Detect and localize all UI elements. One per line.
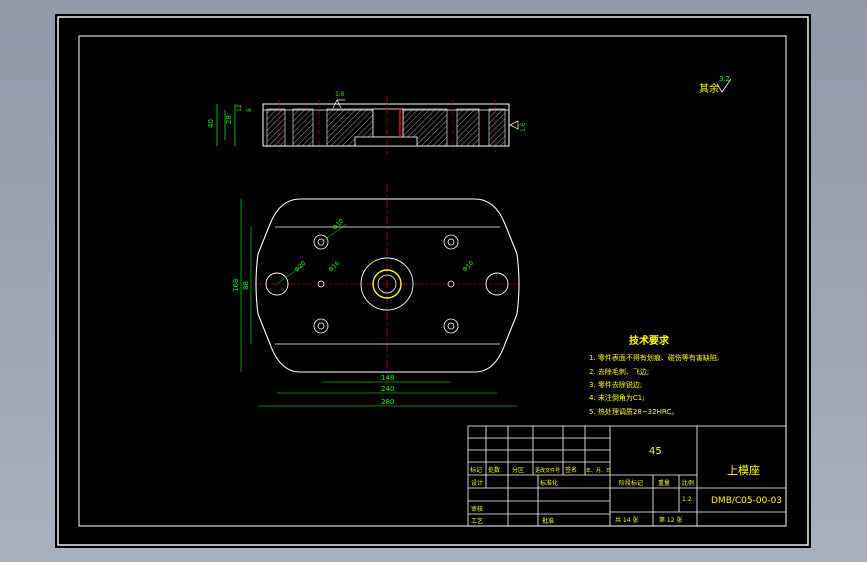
standard-label: 标准化 <box>540 479 558 487</box>
title-block-text: 45 上模座 DMB/C05-00-03 标记 处数 分区 更改文件号 签名 年… <box>470 446 782 525</box>
part-name: 上模座 <box>727 463 760 477</box>
row-label-sign: 签名 <box>565 466 577 474</box>
tech-title: 技术要求 <box>629 334 670 347</box>
surface-note: 其余 3.2 <box>699 75 732 95</box>
tech-item-2: 2. 去除毛刺、飞边; <box>589 367 649 376</box>
dim-height-1: 28 <box>225 115 233 124</box>
row-label-date: 年、月、日 <box>586 467 611 474</box>
dim-width-total: 280 <box>381 398 394 406</box>
dim-height-total-top: 168 <box>232 279 240 292</box>
material-value: 45 <box>649 446 662 457</box>
check-label: 审核 <box>471 505 483 513</box>
sheet-total: 共 14 张 <box>615 516 638 524</box>
drawing-canvas: 其余 3.2 40 28 12 8 1.6 1.6 Φ10 Φ20 Φ16 Φ1… <box>57 16 809 546</box>
tech-item-4: 4. 未注倒角为C1; <box>589 393 645 402</box>
front-view: 40 28 12 8 1.6 1.6 <box>207 91 527 154</box>
dia-label-1: Φ10 <box>331 218 345 232</box>
dim-height-total: 40 <box>207 119 215 128</box>
dim-width-small: 148 <box>381 374 394 382</box>
sheet-number: 第 12 张 <box>659 516 682 524</box>
dia-label-3: Φ16 <box>327 260 341 274</box>
dia-label-2: Φ20 <box>293 260 307 274</box>
surface-note-value: 3.2 <box>719 75 730 83</box>
tech-item-1: 1. 零件表面不得有划痕、碰伤等有害缺陷; <box>589 353 719 362</box>
stage-label: 阶段标记 <box>619 479 643 487</box>
outer-frame <box>57 16 809 546</box>
row-label-count: 处数 <box>488 466 500 474</box>
roughness-symbol-icon <box>509 120 519 130</box>
tech-item-5: 5. 热处理调质28~32HRC。 <box>589 407 678 416</box>
scale-value: 1:2 <box>682 496 692 503</box>
tech-item-3: 3. 零件去除锐边; <box>589 380 642 389</box>
dia-label-4: Φ10 <box>461 260 475 274</box>
cad-viewport[interactable]: 其余 3.2 40 28 12 8 1.6 1.6 Φ10 Φ20 Φ16 Φ1… <box>55 14 811 548</box>
dim-height-3: 8 <box>246 108 253 112</box>
row-label-mark: 标记 <box>470 466 482 474</box>
roughness-top: 1.6 <box>335 91 345 98</box>
surface-note-text: 其余 <box>699 82 719 95</box>
roughness-side: 1.6 <box>520 122 527 132</box>
weight-label: 重量 <box>658 479 670 487</box>
approve-label: 批准 <box>542 517 554 525</box>
scale-label: 比例 <box>682 479 694 487</box>
row-label-change: 更改文件号 <box>535 467 560 474</box>
top-view: Φ10 Φ20 Φ16 Φ10 168 88 148 240 280 <box>232 184 521 407</box>
tech-requirements: 技术要求 1. 零件表面不得有划痕、碰伤等有害缺陷; 2. 去除毛刺、飞边; 3… <box>589 334 719 416</box>
dim-height-inner: 88 <box>242 281 250 290</box>
dim-width-mid: 240 <box>381 385 394 393</box>
dim-height-2: 12 <box>236 104 243 112</box>
row-label-zone: 分区 <box>512 466 524 474</box>
designer-label: 设计 <box>471 479 483 487</box>
drawing-number: DMB/C05-00-03 <box>711 496 782 506</box>
process-label: 工艺 <box>471 517 483 525</box>
